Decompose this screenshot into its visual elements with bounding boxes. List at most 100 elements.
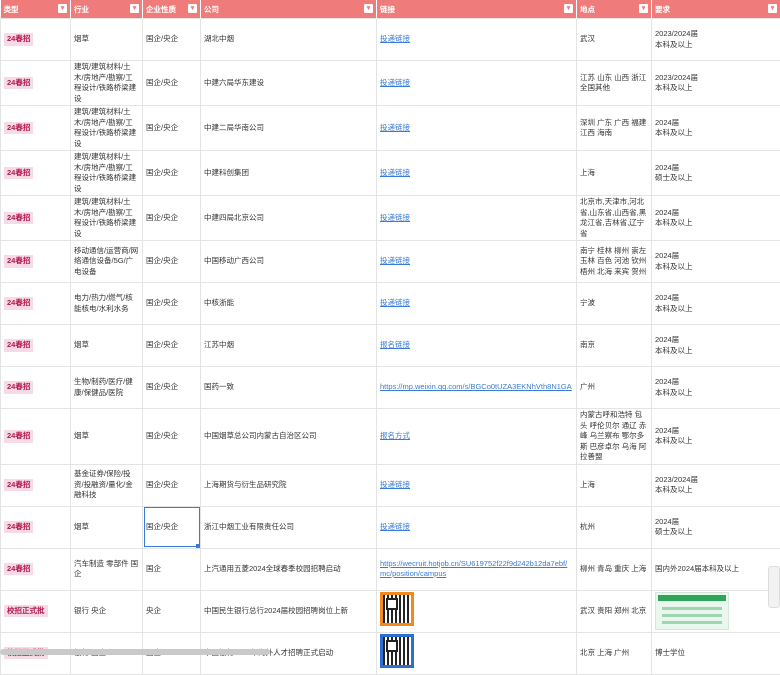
cell-link[interactable]: https://mp.weixin.qq.com/s/BGCo0tUZA3EKN… — [377, 367, 577, 409]
cell-req[interactable]: 2023/2024届 本科及以上 — [652, 61, 780, 106]
cell-link[interactable]: 报名链接 — [377, 325, 577, 367]
cell-company[interactable]: 中建六局华东建设 — [201, 61, 377, 106]
cell-location[interactable]: 南宁 桂林 柳州 崇左 玉林 百色 河池 钦州 梧州 北海 来宾 贺州 — [577, 241, 652, 283]
cell-req[interactable]: 2024届 本科及以上 — [652, 196, 780, 241]
job-link[interactable]: 投递链接 — [380, 480, 410, 489]
cell-req[interactable]: 博士学位 — [652, 632, 780, 674]
cell-type[interactable]: 24春招 — [1, 464, 71, 506]
cell-type[interactable]: 校招正式批 — [1, 590, 71, 632]
cell-company[interactable]: 中国烟草总公司内蒙古自治区公司 — [201, 409, 377, 465]
cell-nature[interactable]: 国企/央企 — [143, 19, 201, 61]
cell-nature[interactable]: 国企/央企 — [143, 283, 201, 325]
job-link[interactable]: 投递链接 — [380, 78, 410, 87]
cell-type[interactable]: 24春招 — [1, 367, 71, 409]
cell-type[interactable]: 24春招 — [1, 19, 71, 61]
cell-company[interactable]: 上汽通用五菱2024全球春季校园招聘启动 — [201, 548, 377, 590]
cell-type[interactable]: 24春招 — [1, 151, 71, 196]
job-link[interactable]: 投递链接 — [380, 298, 410, 307]
cell-industry[interactable]: 建筑/建筑材料/土木/房地产/勘察/工程设计/铁路桥梁建设 — [71, 61, 143, 106]
horizontal-scrollbar[interactable] — [0, 649, 270, 655]
cell-industry[interactable]: 电力/热力/燃气/核能核电/水利水务 — [71, 283, 143, 325]
cell-type[interactable]: 24春招 — [1, 241, 71, 283]
cell-location[interactable]: 内蒙古呼和浩特 包头 呼伦贝尔 通辽 赤峰 乌兰察布 鄂尔多斯 巴彦卓尔 乌海 … — [577, 409, 652, 465]
cell-type[interactable]: 24春招 — [1, 106, 71, 151]
filter-icon[interactable]: ▾ — [768, 4, 777, 13]
cell-nature[interactable]: 国企/央企 — [143, 409, 201, 465]
cell-industry[interactable]: 烟草 — [71, 19, 143, 61]
cell-location[interactable]: 深圳 广东 广西 福建 江西 海南 — [577, 106, 652, 151]
cell-industry[interactable]: 基金证券/保险/投资/投融资/量化/金融科技 — [71, 464, 143, 506]
cell-nature[interactable]: 央企 — [143, 590, 201, 632]
cell-company[interactable]: 江苏中烟 — [201, 325, 377, 367]
job-link[interactable]: 投递链接 — [380, 123, 410, 132]
cell-industry[interactable]: 生物/制药/医疗/健康/保健品/医院 — [71, 367, 143, 409]
cell-company[interactable]: 浙江中烟工业有限责任公司 — [201, 506, 377, 548]
cell-location[interactable]: 武汉 — [577, 19, 652, 61]
cell-type[interactable]: 24春招 — [1, 506, 71, 548]
filter-icon[interactable]: ▾ — [188, 4, 197, 13]
cell-industry[interactable]: 移动通信/运营商/网络通信设备/5G/广电设备 — [71, 241, 143, 283]
cell-link[interactable]: https://wecruit.hotjob.cn/SU619752f22f9d… — [377, 548, 577, 590]
cell-type[interactable]: 24春招 — [1, 325, 71, 367]
cell-industry[interactable]: 建筑/建筑材料/土木/房地产/勘察/工程设计/铁路桥梁建设 — [71, 196, 143, 241]
cell-nature[interactable]: 国企/央企 — [143, 241, 201, 283]
cell-req[interactable]: 2024届 本科及以上 — [652, 283, 780, 325]
cell-nature[interactable]: 国企/央企 — [143, 506, 201, 548]
cell-nature[interactable]: 国企/央企 — [143, 464, 201, 506]
job-link[interactable]: https://mp.weixin.qq.com/s/BGCo0tUZA3EKN… — [380, 382, 572, 391]
fill-handle[interactable] — [196, 544, 201, 549]
cell-req[interactable]: 2024届 本科及以上 — [652, 241, 780, 283]
cell-location[interactable]: 南京 — [577, 325, 652, 367]
cell-type[interactable]: 24春招 — [1, 283, 71, 325]
filter-icon[interactable]: ▾ — [58, 4, 67, 13]
cell-req[interactable] — [652, 590, 780, 632]
cell-company[interactable]: 上海期货与衍生品研究院 — [201, 464, 377, 506]
cell-link[interactable]: 投递链接 — [377, 506, 577, 548]
cell-location[interactable]: 广州 — [577, 367, 652, 409]
cell-nature[interactable]: 国企/央企 — [143, 367, 201, 409]
job-link[interactable]: 报名链接 — [380, 340, 410, 349]
filter-icon[interactable]: ▾ — [364, 4, 373, 13]
cell-industry[interactable]: 建筑/建筑材料/土木/房地产/勘察/工程设计/铁路桥梁建设 — [71, 106, 143, 151]
cell-industry[interactable]: 烟草 — [71, 409, 143, 465]
cell-location[interactable]: 北京市,天津市,河北省,山东省,山西省,黑龙江省,吉林省,辽宁省 — [577, 196, 652, 241]
cell-link[interactable]: 投递链接 — [377, 283, 577, 325]
side-panel-toggle[interactable] — [768, 566, 780, 608]
cell-req[interactable]: 2024届 硕士及以上 — [652, 151, 780, 196]
filter-icon[interactable]: ▾ — [564, 4, 573, 13]
cell-location[interactable]: 上海 — [577, 464, 652, 506]
job-link[interactable]: https://wecruit.hotjob.cn/SU619752f22f9d… — [380, 559, 567, 579]
cell-location[interactable]: 北京 上海 广州 — [577, 632, 652, 674]
cell-req[interactable]: 2024届 硕士及以上 — [652, 506, 780, 548]
cell-req[interactable]: 2024届 本科及以上 — [652, 409, 780, 465]
cell-type[interactable]: 24春招 — [1, 548, 71, 590]
cell-company[interactable]: 中建科创集团 — [201, 151, 377, 196]
cell-nature[interactable]: 国企/央企 — [143, 151, 201, 196]
cell-link[interactable]: 投递链接 — [377, 19, 577, 61]
job-link[interactable]: 投递链接 — [380, 168, 410, 177]
cell-req[interactable]: 2023/2024届 本科及以上 — [652, 19, 780, 61]
cell-company[interactable]: 湖北中烟 — [201, 19, 377, 61]
cell-location[interactable]: 上海 — [577, 151, 652, 196]
filter-icon[interactable]: ▾ — [130, 4, 139, 13]
cell-type[interactable]: 24春招 — [1, 196, 71, 241]
cell-nature[interactable]: 国企/央企 — [143, 61, 201, 106]
cell-link[interactable] — [377, 590, 577, 632]
cell-company[interactable]: 中核浙能 — [201, 283, 377, 325]
cell-nature[interactable]: 国企/央企 — [143, 106, 201, 151]
cell-link[interactable]: 投递链接 — [377, 61, 577, 106]
cell-nature[interactable]: 国企 — [143, 548, 201, 590]
cell-location[interactable]: 柳州 青岛 重庆 上海 — [577, 548, 652, 590]
cell-req[interactable]: 国内外2024届本科及以上 — [652, 548, 780, 590]
cell-req[interactable]: 2023/2024届 本科及以上 — [652, 464, 780, 506]
cell-link[interactable]: 投递链接 — [377, 106, 577, 151]
cell-type[interactable]: 24春招 — [1, 409, 71, 465]
job-link[interactable]: 投递链接 — [380, 256, 410, 265]
cell-industry[interactable]: 烟草 — [71, 506, 143, 548]
cell-company[interactable]: 国药一致 — [201, 367, 377, 409]
filter-icon[interactable]: ▾ — [639, 4, 648, 13]
cell-req[interactable]: 2024届 本科及以上 — [652, 367, 780, 409]
cell-link[interactable]: 投递链接 — [377, 196, 577, 241]
cell-company[interactable]: 中建二局华南公司 — [201, 106, 377, 151]
cell-nature[interactable]: 国企/央企 — [143, 325, 201, 367]
